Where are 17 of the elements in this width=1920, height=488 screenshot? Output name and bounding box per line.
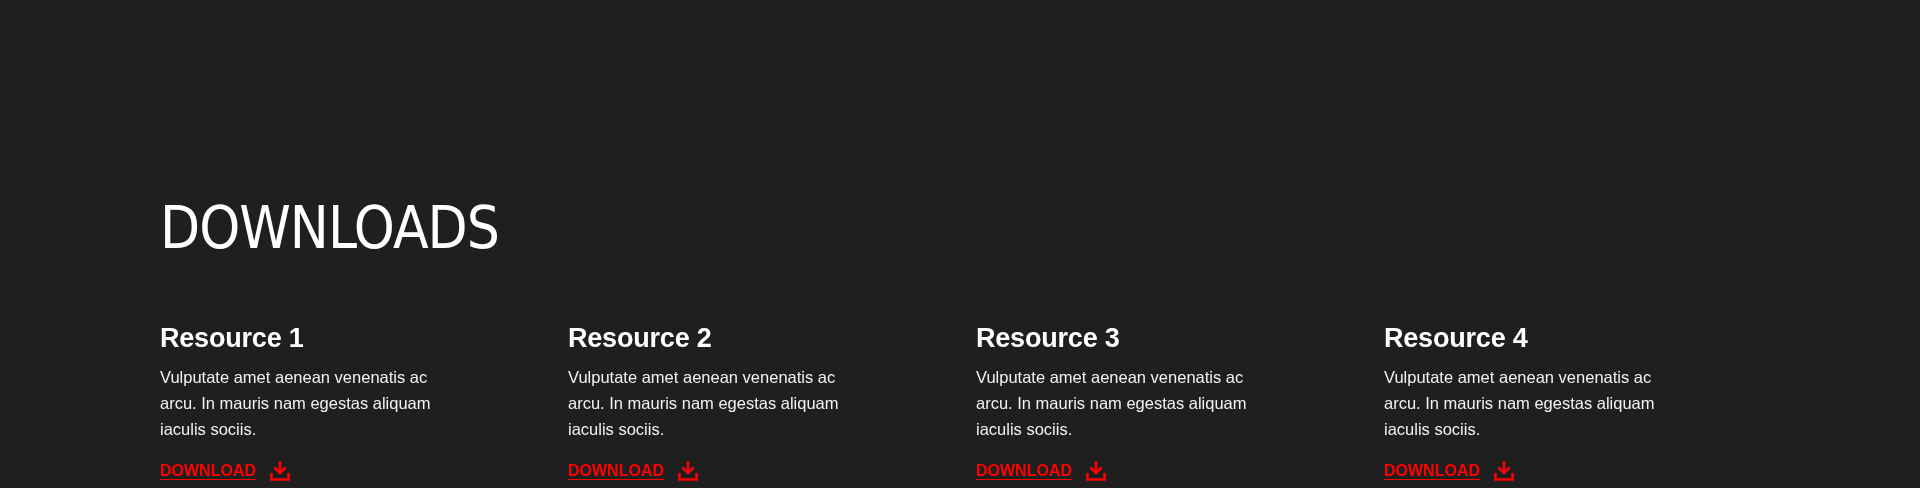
download-icon[interactable] — [1086, 460, 1106, 481]
download-link[interactable]: DOWNLOAD — [1384, 460, 1480, 481]
resource-description: Vulputate amet aenean venenatis ac arcu. In mauris nam egestas aliquam iaculis sociis. — [976, 367, 1248, 440]
section-title: DOWNLOADS — [160, 196, 500, 260]
resource-title: Resource 2 — [568, 322, 713, 354]
resource-title: Resource 1 — [160, 322, 305, 354]
download-icon[interactable] — [1494, 460, 1514, 481]
resource-description: Vulputate amet aenean venenatis ac arcu. In mauris nam egestas aliquam iaculis sociis. — [160, 367, 432, 440]
resource-title: Resource 4 — [1384, 322, 1529, 354]
download-icon[interactable] — [270, 460, 290, 481]
download-icon[interactable] — [678, 460, 698, 481]
download-link[interactable]: DOWNLOAD — [568, 460, 664, 481]
resource-description: Vulputate amet aenean venenatis ac arcu. In mauris nam egestas aliquam iaculis sociis. — [1384, 367, 1656, 440]
download-link[interactable]: DOWNLOAD — [976, 460, 1072, 481]
resource-description: Vulputate amet aenean venenatis ac arcu. In mauris nam egestas aliquam iaculis sociis. — [568, 367, 840, 440]
download-link[interactable]: DOWNLOAD — [160, 460, 256, 481]
resource-title: Resource 3 — [976, 322, 1121, 354]
